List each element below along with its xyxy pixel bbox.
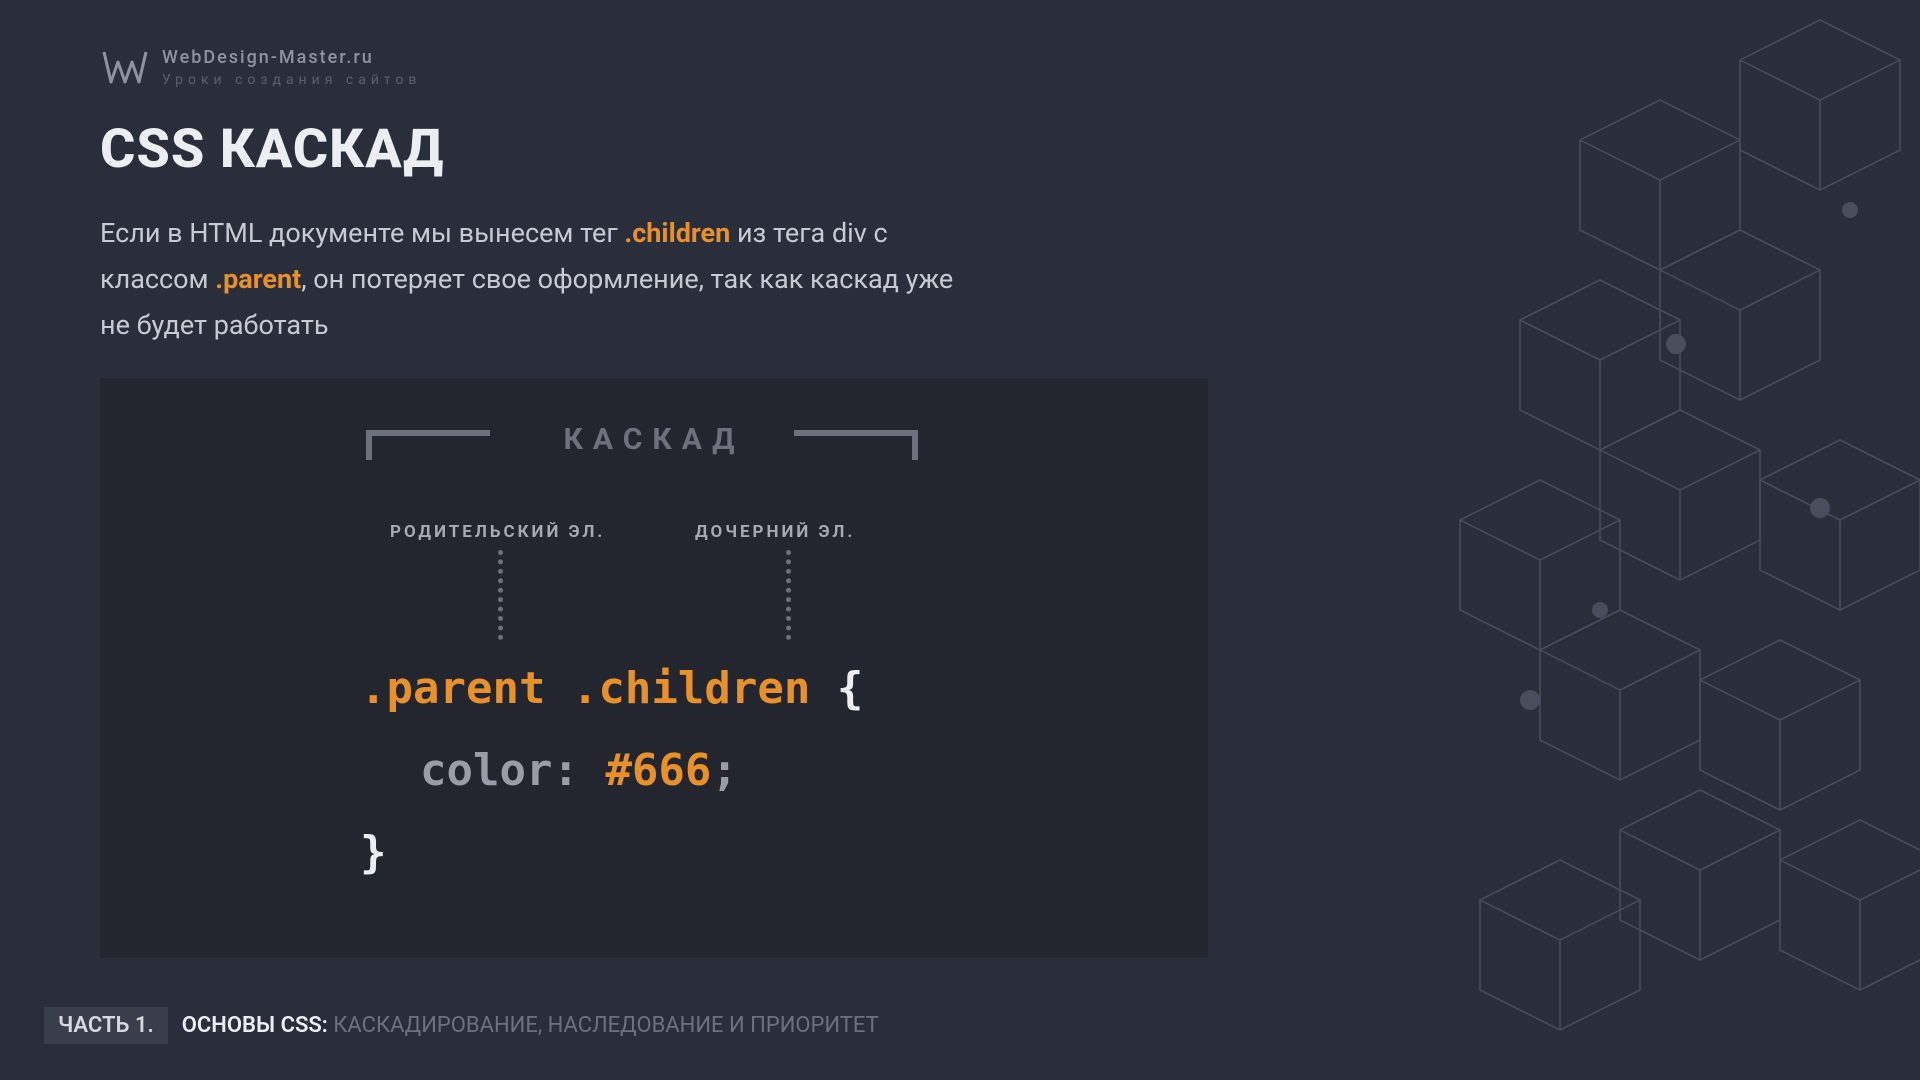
footer: ЧАСТЬ 1. ОСНОВЫ CSS: КАСКАДИРОВАНИЕ, НАС… (44, 1007, 879, 1044)
page-title: CSS КАСКАД (100, 118, 444, 181)
bracket-left-icon (366, 430, 490, 460)
connector-dots-icon (498, 550, 503, 640)
label-parent-element: РОДИТЕЛЬСКИЙ ЭЛ. (390, 522, 605, 542)
site-name: WebDesign-Master.ru (162, 47, 421, 68)
part-badge: ЧАСТЬ 1. (44, 1007, 168, 1044)
highlight-parent: .parent (215, 263, 301, 295)
code-value: #666 (579, 745, 711, 796)
highlight-children: .children (624, 217, 730, 249)
code-brace-close: } (360, 827, 387, 878)
code-illustration: КАСКАД РОДИТЕЛЬСКИЙ ЭЛ. ДОЧЕРНИЙ ЭЛ. .pa… (100, 378, 1208, 958)
decorative-cubes-icon (1220, 0, 1920, 1080)
para-text-1: Если в HTML документе мы вынесем тег (100, 217, 624, 249)
footer-dim: КАСКАДИРОВАНИЕ, НАСЛЕДОВАНИЕ И ПРИОРИТЕТ (333, 1013, 879, 1038)
logo-icon (102, 44, 148, 90)
header: WebDesign-Master.ru Уроки создания сайто… (102, 44, 421, 90)
site-tagline: Уроки создания сайтов (162, 72, 421, 88)
code-selector: .parent .children (360, 663, 810, 714)
cascade-label: КАСКАД (100, 422, 1208, 457)
intro-paragraph: Если в HTML документе мы вынесем тег .ch… (100, 210, 980, 348)
footer-strong: ОСНОВЫ CSS: (182, 1013, 334, 1038)
code-block: .parent .children { color: #666; } (360, 648, 863, 894)
label-child-element: ДОЧЕРНИЙ ЭЛ. (695, 522, 855, 542)
code-brace-open: { (810, 663, 863, 714)
connector-dots-icon (786, 550, 791, 640)
bracket-right-icon (794, 430, 918, 460)
code-property: color: (420, 745, 579, 796)
code-semicolon: ; (711, 745, 738, 796)
